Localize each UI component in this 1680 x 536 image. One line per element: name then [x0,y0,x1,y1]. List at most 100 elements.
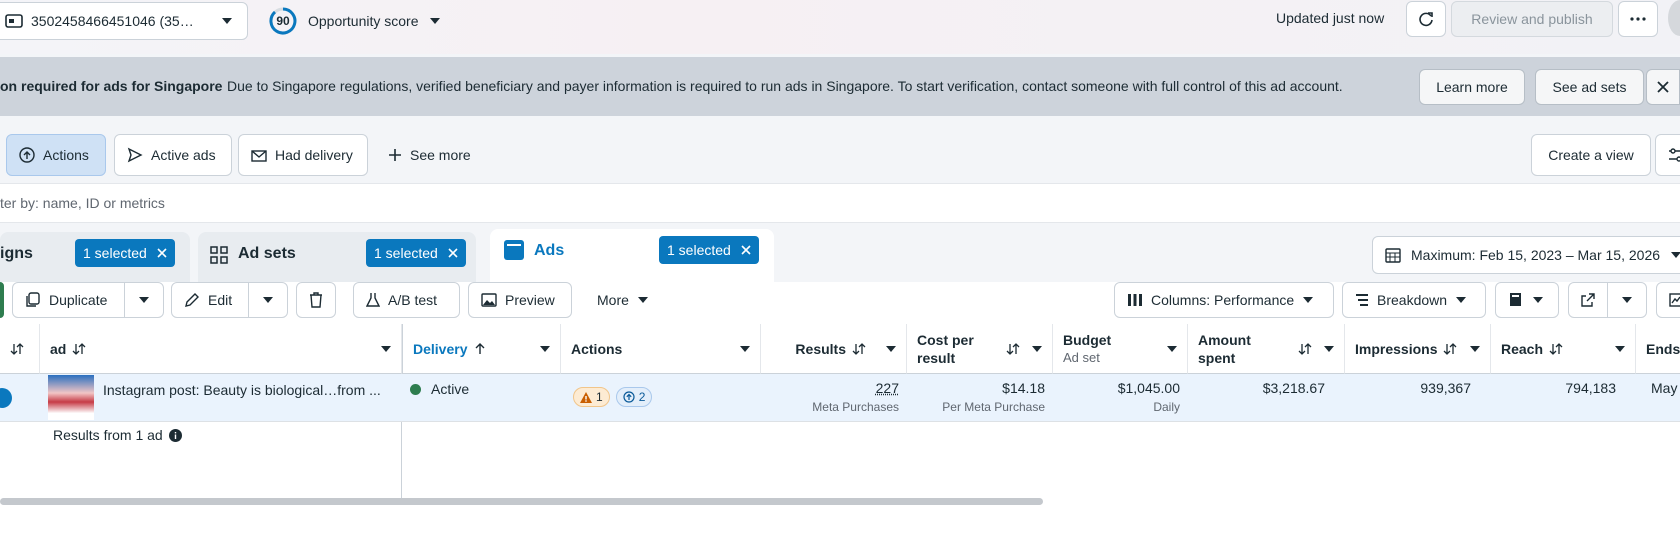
delete-button[interactable] [296,282,336,318]
score-ring: 90 [268,6,298,36]
column-header-budget[interactable]: Budget Ad set [1053,324,1188,374]
columns-button[interactable]: Columns: Performance [1114,282,1334,318]
ellipsis-icon [1630,17,1646,21]
create-button-edge[interactable] [0,282,4,318]
actions-badge[interactable]: 2 [615,387,653,407]
review-and-publish-button[interactable]: Review and publish [1451,1,1613,37]
warning-badge[interactable]: 1 [573,387,610,407]
chevron-down-icon [1532,296,1544,304]
chip-actions-label: Actions [43,147,89,163]
more-menu-button[interactable]: More [585,282,663,318]
ads-selected-pill[interactable]: 1 selected [659,236,759,264]
ad-sets-selected-pill[interactable]: 1 selected [366,239,466,267]
close-banner-button[interactable] [1646,69,1680,105]
horizontal-scrollbar[interactable] [0,498,1043,505]
date-range-picker[interactable]: Maximum: Feb 15, 2023 – Mar 15, 2026 [1372,236,1680,274]
cost-header-line1: Cost per [917,331,974,348]
quick-filters: Actions Active ads Had delivery See more… [0,125,1680,183]
tab-ads[interactable]: Ads 1 selected [490,229,774,282]
see-ad-sets-button[interactable]: See ad sets [1535,69,1644,105]
ad-name[interactable]: Instagram post: Beauty is biological…fro… [103,382,393,430]
refresh-icon [1418,11,1434,27]
tab-ad-sets[interactable]: Ad sets 1 selected [198,232,476,282]
tab-campaigns[interactable]: igns 1 selected [0,232,190,282]
export-button[interactable] [1568,282,1608,318]
breakdown-button[interactable]: Breakdown [1342,282,1486,318]
create-view-button[interactable]: Create a view [1531,134,1651,176]
see-more-button[interactable]: See more [376,134,486,176]
column-header-amount-spent[interactable]: Amount spent [1188,324,1345,374]
columns-label: Columns: Performance [1151,292,1295,308]
warning-count: 1 [596,390,603,404]
results-header-label: Results [795,340,846,357]
learn-more-button[interactable]: Learn more [1419,69,1525,105]
warning-icon [580,391,592,403]
sort-column-header[interactable] [0,324,40,374]
chip-had-delivery[interactable]: Had delivery [238,134,368,176]
opportunity-score[interactable]: 90 Opportunity score [268,6,441,36]
chevron-down-icon [1455,296,1467,304]
trend-chart-icon [1669,293,1680,307]
edit-button[interactable]: Edit [171,282,249,318]
preview-button[interactable]: Preview [468,282,572,318]
table-row[interactable]: Instagram post: Beauty is biological…fro… [0,374,1680,422]
columns-icon [1127,293,1143,307]
ad-toggle[interactable] [0,388,12,408]
preview-label: Preview [505,292,555,308]
column-header-ends[interactable]: Ends [1636,324,1680,374]
reach-header-label: Reach [1501,340,1544,357]
date-range-label: Maximum: Feb 15, 2023 – Mar 15, 2026 [1411,247,1661,263]
column-header-reach[interactable]: Reach [1491,324,1636,374]
column-header-impressions[interactable]: Impressions [1345,324,1491,374]
column-header-delivery[interactable]: Delivery [402,324,561,374]
pencil-icon [184,292,200,308]
results-summary-label: Results from 1 ad [53,427,163,443]
search-input[interactable] [0,184,900,222]
budget-cell: $1,045.00 Daily [1053,380,1180,428]
refresh-button[interactable] [1406,1,1446,37]
cost-cell: $14.18 Per Meta Purchase [907,380,1045,428]
more-options-button[interactable] [1618,1,1658,37]
amount-spent-cell: $3,218.67 [1262,380,1325,396]
chip-had-delivery-label: Had delivery [275,147,353,163]
arrow-up-circle-icon [623,391,635,403]
results-value[interactable]: 227 [876,380,899,396]
export-dropdown[interactable] [1607,282,1647,318]
plus-icon [388,148,402,162]
cost-header-line2: result [917,349,956,366]
column-header-results[interactable]: Results [761,324,907,374]
reports-button[interactable] [1495,282,1559,318]
results-type: Meta Purchases [812,400,899,414]
duplicate-button[interactable]: Duplicate [12,282,125,318]
column-header-ad[interactable]: ad [40,324,402,374]
cost-header-label: Cost per result [917,331,974,367]
reach-cell: 794,183 [1565,380,1616,396]
budget-header-line1: Budget [1063,331,1112,348]
actions-header-label: Actions [571,340,623,357]
charts-button[interactable] [1656,282,1680,318]
budget-header-label: Budget Ad set [1063,331,1111,367]
duplicate-dropdown[interactable] [124,282,164,318]
budget-header-sub: Ad set [1063,349,1100,365]
sort-icon [72,342,86,356]
ab-test-button[interactable]: A/B test [353,282,460,318]
info-icon[interactable] [168,428,182,442]
column-header-actions[interactable]: Actions [561,324,761,374]
chevron-down-icon [1621,296,1633,304]
budget-type: Daily [1153,400,1180,414]
chip-active-ads[interactable]: Active ads [114,134,232,176]
ads-icon [504,240,524,260]
sliders-icon [1668,148,1680,162]
chip-actions[interactable]: Actions [6,134,106,176]
impressions-cell: 939,367 [1420,380,1471,396]
column-header-cost-per-result[interactable]: Cost per result [907,324,1053,374]
duplicate-label: Duplicate [49,292,108,308]
ad-account-name: 3502458466451046 (35… [31,13,194,29]
edit-dropdown[interactable] [248,282,288,318]
cost-value: $14.18 [1002,380,1045,396]
chevron-down-icon [381,345,391,352]
view-settings-button[interactable] [1655,134,1680,176]
campaigns-selected-pill[interactable]: 1 selected [75,239,175,267]
ad-account-selector[interactable]: 3502458466451046 (35… [0,2,248,40]
avatar[interactable] [1668,0,1680,36]
